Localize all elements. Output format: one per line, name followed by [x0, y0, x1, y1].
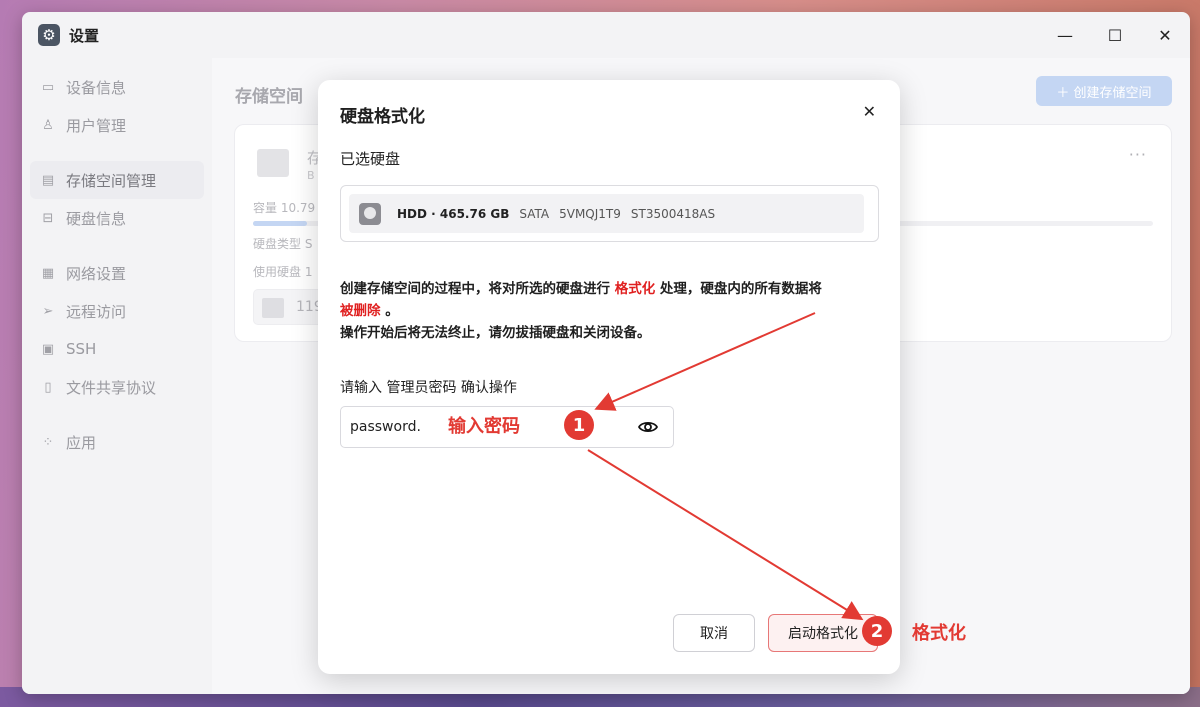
file-icon: ▯ [44, 379, 52, 395]
send-icon: ➢ [42, 303, 54, 319]
disk-interface: SATA [519, 206, 550, 221]
dialog-title: 硬盘格式化 [340, 107, 425, 127]
warning-highlight-format: 格式化 [614, 281, 656, 297]
sidebar-item-label: 设备信息 [66, 78, 127, 97]
disk-icon: ⊟ [42, 210, 54, 226]
page-title: 存储空间 [235, 87, 303, 107]
maximize-button[interactable]: ☐ [1090, 12, 1140, 58]
more-options-icon[interactable]: ··· [1129, 145, 1147, 164]
storage-icon: ▤ [41, 172, 55, 188]
password-label: 请输入 管理员密码 确认操作 [340, 380, 517, 396]
hdd-icon [359, 202, 381, 225]
terminal-icon: ▣ [41, 341, 55, 357]
sidebar-item-label: SSH [66, 340, 97, 358]
sidebar-item-file-sharing[interactable]: ▯ 文件共享协议 [30, 368, 204, 406]
disk-model: ST3500418AS [630, 206, 716, 221]
apps-icon: ⁘ [42, 434, 54, 450]
hdd-icon [262, 298, 284, 318]
disk-row: HDD · 465.76 GB SATA 5VMQJ1T9 ST3500418A… [349, 194, 864, 233]
used-disks-label: 使用硬盘 1 [253, 265, 313, 279]
sidebar-item-label: 用户管理 [66, 116, 127, 135]
sidebar-item-device-info[interactable]: ▭ 设备信息 [30, 68, 204, 106]
eye-icon[interactable] [638, 417, 658, 437]
sidebar-item-label: 网络设置 [66, 264, 127, 283]
sidebar-item-label: 硬盘信息 [66, 209, 127, 228]
sidebar-item-disk-info[interactable]: ⊟ 硬盘信息 [30, 199, 204, 237]
format-warning: 创建存储空间的过程中，将对所选的硬盘进行 格式化 处理，硬盘内的所有数据将 被删除… [340, 281, 822, 341]
selected-disk-list: HDD · 465.76 GB SATA 5VMQJ1T9 ST3500418A… [340, 185, 879, 242]
sidebar-item-network[interactable]: ▦ 网络设置 [30, 254, 204, 292]
annotation-step1-badge: 1 [564, 410, 594, 440]
sidebar-item-label: 远程访问 [66, 302, 127, 321]
gear-icon: ⚙ [38, 24, 60, 46]
warning-highlight-delete: 被删除 [340, 303, 381, 319]
sidebar-item-storage[interactable]: ▤ 存储空间管理 [30, 161, 204, 199]
create-storage-button[interactable]: ＋ 创建存储空间 [1036, 76, 1172, 106]
sidebar: ▭ 设备信息 ♙ 用户管理 ▤ 存储空间管理 ⊟ 硬盘信息 ▦ 网络设置 ➢ 远… [22, 58, 212, 694]
storage-pool-icon [257, 149, 289, 177]
window-title: 设置 [69, 26, 100, 45]
sidebar-item-apps[interactable]: ⁘ 应用 [30, 423, 204, 461]
selected-disk-label: 已选硬盘 [340, 150, 401, 168]
disk-type-size: HDD · 465.76 GB [397, 206, 510, 221]
title-bar: ⚙ 设置 — ☐ ✕ [22, 12, 1190, 58]
annotation-step2-badge: 2 [862, 616, 892, 646]
close-window-button[interactable]: ✕ [1140, 12, 1190, 58]
format-disk-dialog: 硬盘格式化 ✕ 已选硬盘 HDD · 465.76 GB SATA 5VMQJ1… [318, 80, 900, 674]
close-icon[interactable]: ✕ [863, 102, 876, 121]
sidebar-item-label: 存储空间管理 [66, 171, 157, 190]
monitor-icon: ▭ [41, 79, 55, 95]
minimize-button[interactable]: — [1040, 12, 1090, 58]
sidebar-item-remote-access[interactable]: ➢ 远程访问 [30, 292, 204, 330]
storage-pool-subtitle: B [307, 169, 315, 182]
network-icon: ▦ [41, 265, 55, 281]
capacity-label: 容量 10.79 [253, 201, 316, 215]
sidebar-item-label: 应用 [66, 433, 97, 452]
disk-serial: 5VMQJ1T9 [559, 206, 621, 221]
sidebar-item-label: 文件共享协议 [66, 378, 157, 397]
annotation-step2-text: 格式化 [912, 623, 966, 644]
disk-chip[interactable]: 119 [253, 289, 323, 325]
cancel-button[interactable]: 取消 [673, 614, 755, 652]
disk-type-label: 硬盘类型 S [253, 237, 313, 251]
user-icon: ♙ [42, 117, 54, 133]
warning-line2: 操作开始后将无法终止，请勿拔插硬盘和关闭设备。 [340, 325, 651, 341]
sidebar-item-ssh[interactable]: ▣ SSH [30, 330, 204, 368]
sidebar-item-users[interactable]: ♙ 用户管理 [30, 106, 204, 144]
annotation-step1-text: 输入密码 [448, 416, 520, 437]
